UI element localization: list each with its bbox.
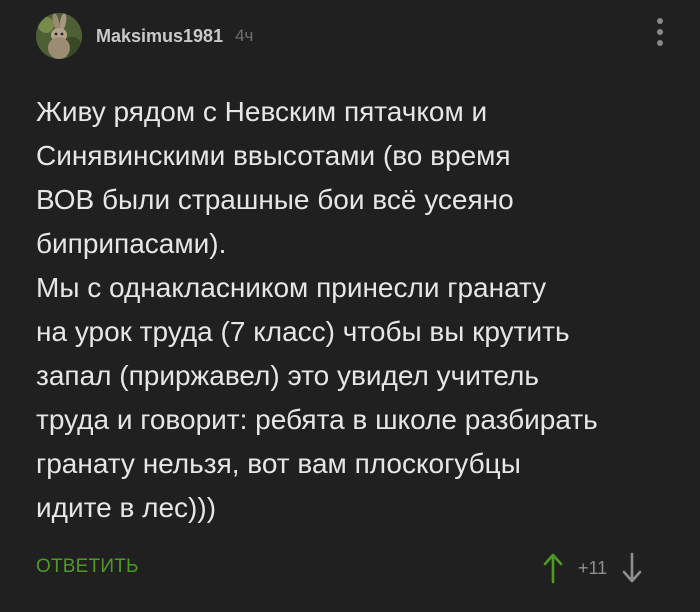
hare-avatar-icon xyxy=(36,13,82,59)
reply-button[interactable]: ОТВЕТИТЬ xyxy=(36,556,139,578)
rating-controls: +11 xyxy=(540,548,645,588)
timestamp: 4ч xyxy=(235,26,254,45)
comment-text: Живу рядом с Невским пятачком и Синявинс… xyxy=(36,96,598,523)
avatar[interactable] xyxy=(36,13,82,59)
arrow-down-icon[interactable] xyxy=(619,550,645,586)
arrow-up-icon[interactable] xyxy=(540,550,566,586)
more-vertical-icon[interactable] xyxy=(648,14,672,50)
comment-header: Maksimus1981 4ч xyxy=(36,12,253,60)
username[interactable]: Maksimus1981 xyxy=(96,26,223,47)
score: +11 xyxy=(578,557,608,578)
comment: Maksimus1981 4ч Живу рядом с Невским пят… xyxy=(0,0,700,612)
